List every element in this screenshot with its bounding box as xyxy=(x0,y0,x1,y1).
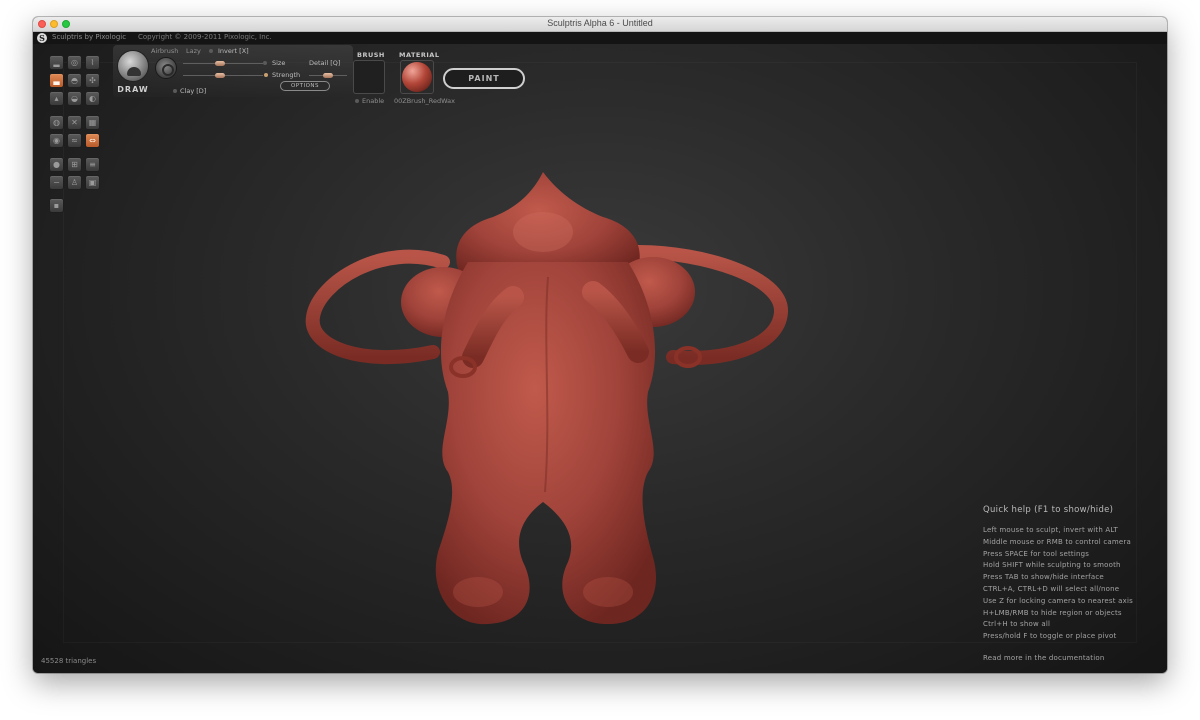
symmetry-tool-icon[interactable]: ⇔ xyxy=(85,133,100,148)
options-button[interactable]: OPTIONS xyxy=(280,81,330,91)
title-bar: Sculptris Alpha 6 - Untitled xyxy=(33,17,1167,32)
triangle-count: 45528 triangles xyxy=(41,657,97,665)
copyright-text: Copyright © 2009-2011 Pixologic, Inc. xyxy=(138,33,272,41)
clay-checkbox[interactable] xyxy=(173,89,177,93)
lazy-label[interactable]: Lazy xyxy=(186,47,201,55)
quick-help-line: CTRL+A, CTRL+D will select all/none xyxy=(983,584,1120,593)
rotate-tool-icon[interactable]: ◐ xyxy=(85,91,100,106)
tool-name-label: DRAW xyxy=(117,85,149,94)
size-slider-knob[interactable] xyxy=(215,61,225,66)
brush-enable-checkbox[interactable] xyxy=(355,99,359,103)
quick-help-line: Press/hold F to toggle or place pivot xyxy=(983,632,1117,641)
scale-tool-icon[interactable]: ◒ xyxy=(67,91,82,106)
brush-section-title: BRUSH xyxy=(357,51,385,59)
stroke-type-icon[interactable] xyxy=(155,57,177,79)
strength-radio[interactable] xyxy=(264,73,268,77)
strength-slider-knob[interactable] xyxy=(215,73,225,78)
pinch-tool-icon[interactable]: ✣ xyxy=(85,73,100,88)
detail-label: Detail [Q] xyxy=(309,59,341,67)
brush-enable-label: Enable xyxy=(362,97,385,105)
material-swatch[interactable] xyxy=(400,60,434,94)
smooth-tool-icon[interactable]: ◎ xyxy=(67,55,82,70)
detail-slider-knob[interactable] xyxy=(323,73,333,78)
sculpted-model[interactable] xyxy=(303,172,793,632)
quick-help-line: H+LMB/RMB to hide region or objects xyxy=(983,608,1122,617)
quick-help-line: Press SPACE for tool settings xyxy=(983,549,1090,558)
plane-add-icon[interactable]: ⊞ xyxy=(67,157,82,172)
size-label: Size xyxy=(272,59,286,67)
size-radio[interactable] xyxy=(263,61,267,65)
inflate-tool-icon[interactable]: ◓ xyxy=(67,73,82,88)
save-icon[interactable]: ▪ xyxy=(49,198,64,213)
quick-help-line: Middle mouse or RMB to control camera xyxy=(983,537,1131,546)
globe-tool-icon[interactable]: ◉ xyxy=(49,133,64,148)
head-highlight xyxy=(513,212,573,252)
invert-label: Invert [X] xyxy=(218,47,249,55)
quick-help-line: Left mouse to sculpt, invert with ALT xyxy=(983,526,1119,534)
reduce-tool-icon[interactable]: ✕ xyxy=(67,115,82,130)
draw-brush-icon[interactable] xyxy=(117,50,149,82)
minus-icon[interactable]: − xyxy=(49,175,64,190)
quick-help-line: Press TAB to show/hide interface xyxy=(983,573,1104,582)
documentation-link[interactable]: Read more in the documentation xyxy=(983,654,1163,662)
material-preview-sphere xyxy=(402,62,432,92)
box-icon[interactable]: ▣ xyxy=(85,175,100,190)
airbrush-label[interactable]: Airbrush xyxy=(151,47,178,55)
sculpt-viewport[interactable]: S Sculptris by Pixologic Copyright © 200… xyxy=(33,32,1167,673)
strength-label: Strength xyxy=(272,71,301,79)
invert-checkbox[interactable] xyxy=(209,49,213,53)
crease-tool-icon[interactable]: ⌇ xyxy=(85,55,100,70)
brush-settings-panel: DRAW Airbrush Lazy Invert [X] Size Detai… xyxy=(113,45,353,97)
quick-help-title: Quick help (F1 to show/hide) xyxy=(983,505,1114,515)
sphere-add-icon[interactable]: ● xyxy=(49,157,64,172)
quick-help-panel: Quick help (F1 to show/hide) Left mouse … xyxy=(983,505,1163,662)
subdivide-icon[interactable]: ≡ xyxy=(85,157,100,172)
grab-tool-icon[interactable]: ▴ xyxy=(49,91,64,106)
brand-bar: S Sculptris by Pixologic Copyright © 200… xyxy=(33,32,1167,44)
material-section-title: MATERIAL xyxy=(399,51,440,59)
clay-label: Clay [D] xyxy=(180,87,207,95)
sculptris-logo-icon: S xyxy=(37,33,47,43)
left-foot-highlight xyxy=(453,577,503,607)
draw-tool-icon[interactable]: ▂ xyxy=(49,55,64,70)
mask-tool-icon[interactable]: ◍ xyxy=(49,115,64,130)
paint-mode-button[interactable]: PAINT xyxy=(443,68,525,89)
brush-alpha-swatch[interactable] xyxy=(353,60,385,94)
quick-help-line: Ctrl+H to show all xyxy=(983,620,1051,629)
wireframe-toggle-icon[interactable]: ▦ xyxy=(85,115,100,130)
app-window: Sculptris Alpha 6 - Untitled S Sculptris… xyxy=(33,17,1167,673)
window-title: Sculptris Alpha 6 - Untitled xyxy=(547,18,653,28)
quick-help-line: Use Z for locking camera to nearest axis xyxy=(983,596,1133,605)
quick-help-line: Hold SHIFT while sculpting to smooth xyxy=(983,561,1121,570)
right-foot-highlight xyxy=(583,577,633,607)
flatten-tool-icon[interactable]: ▃ xyxy=(49,73,64,88)
material-name: 00ZBrush_RedWax xyxy=(394,97,455,105)
figure-icon[interactable]: ♙ xyxy=(67,175,82,190)
wire-tool-icon[interactable]: ≈ xyxy=(67,133,82,148)
brand-name: Sculptris by Pixologic xyxy=(52,33,127,41)
